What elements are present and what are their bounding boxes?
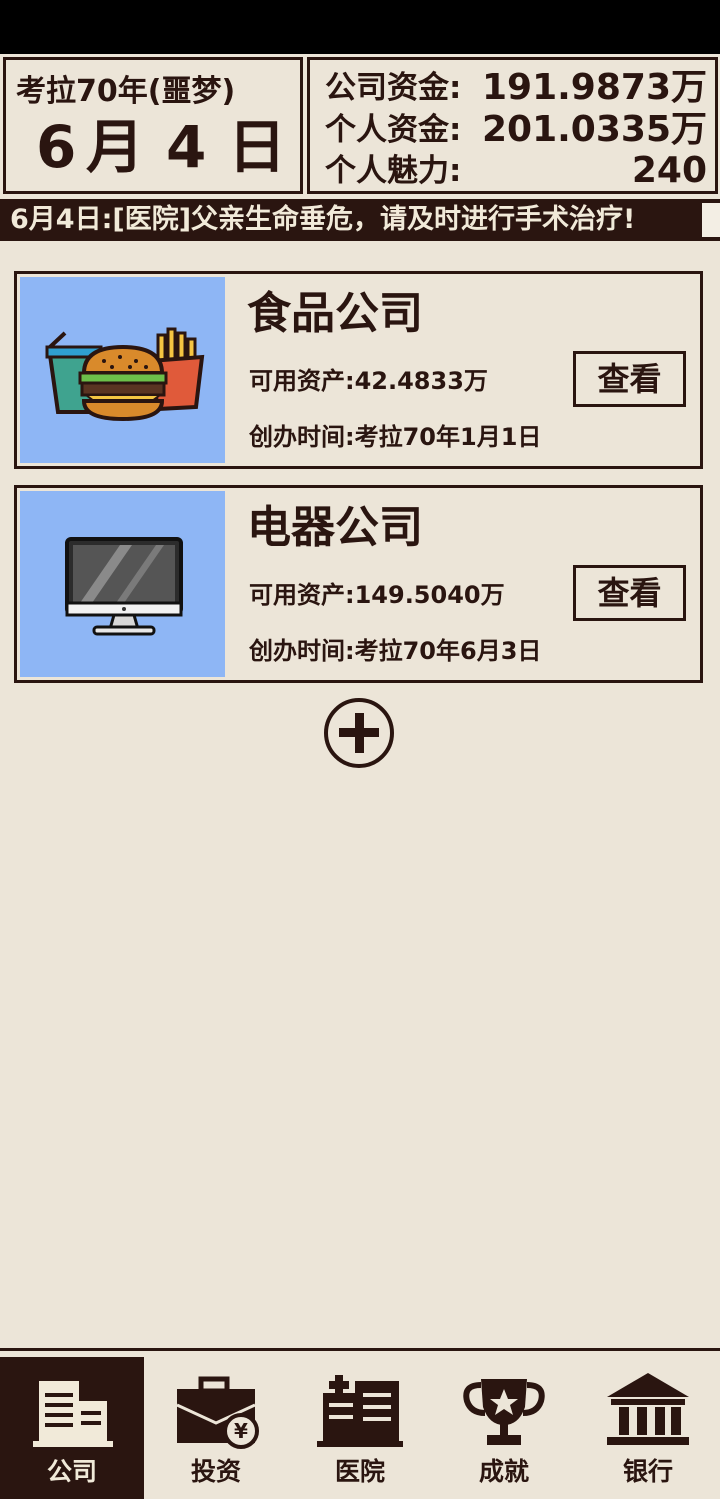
company-image-food [20,277,225,463]
fast-food-icon [45,327,205,422]
nav-label-hospital: 医院 [334,1457,385,1486]
charm-row: 个人魅力: 240 [325,151,707,191]
svg-text:¥: ¥ [234,1419,248,1443]
company-founded-date: 创办时间:考拉70年1月1日 [249,423,542,451]
date-day-unit: 日 [228,113,287,181]
bottom-navigation: 公司 ¥ 投资 医院 成就 银行 [0,1348,720,1499]
company-funds-value: 191.9873万 [481,67,707,108]
nav-company[interactable]: 公司 [0,1357,144,1499]
company-funds-row: 公司资金: 191.9873万 [325,68,707,108]
nav-invest[interactable]: ¥ 投资 [144,1357,288,1499]
personal-funds-row: 个人资金: 201.0335万 [325,110,707,150]
company-name: 电器公司 [247,502,423,553]
nav-label-achievements: 成就 [478,1457,529,1486]
nav-hospital[interactable]: 医院 [288,1357,432,1499]
view-company-button[interactable]: 查看 [573,565,686,621]
status-bar [0,0,720,54]
briefcase-yen-icon: ¥ [176,1376,259,1449]
company-name: 食品公司 [247,288,423,339]
stats-panel: 公司资金: 191.9873万 个人资金: 201.0335万 个人魅力: 24… [307,57,718,194]
ticker-message: 6月4日:[医院]父亲生命垂危，请及时进行手术治疗! [10,204,636,235]
news-ticker: 6月4日:[医院]父亲生命垂危，请及时进行手术治疗! [0,199,720,241]
hospital-icon [317,1375,403,1447]
nav-label-invest: 投资 [190,1457,241,1486]
nav-achievements[interactable]: 成就 [432,1357,576,1499]
nav-label-company: 公司 [46,1457,97,1486]
bank-icon [607,1373,689,1445]
date-panel: 考拉70年(噩梦) 6 月 4 日 [3,57,303,194]
company-funds-label: 公司资金: [325,70,462,106]
era-label: 考拉70年(噩梦) [16,74,236,109]
company-image-electronics [20,491,225,677]
nav-bank[interactable]: 银行 [576,1357,720,1499]
add-company-button[interactable] [323,697,395,769]
personal-funds-value: 201.0335万 [481,109,707,150]
company-card-food: 食品公司 可用资产:42.4833万 创办时间:考拉70年1月1日 查看 [14,271,703,469]
date-day: 4 [166,113,207,181]
ticker-end-block [700,203,720,237]
personal-funds-label: 个人资金: [325,112,462,148]
nav-label-bank: 银行 [622,1457,673,1486]
charm-value: 240 [631,150,707,191]
monitor-icon [65,537,183,636]
current-date: 6 月 4 日 [36,112,286,182]
date-month-unit: 月 [86,113,145,181]
charm-label: 个人魅力: [325,153,462,189]
building-icon [33,1381,113,1447]
company-assets: 可用资产:42.4833万 [249,367,488,395]
view-company-button[interactable]: 查看 [573,351,686,407]
company-assets: 可用资产:149.5040万 [249,581,505,609]
plus-circle-icon [324,698,394,768]
trophy-icon [463,1379,545,1445]
company-founded-date: 创办时间:考拉70年6月3日 [249,637,542,665]
company-card-electronics: 电器公司 可用资产:149.5040万 创办时间:考拉70年6月3日 查看 [14,485,703,683]
date-month: 6 [36,113,77,181]
